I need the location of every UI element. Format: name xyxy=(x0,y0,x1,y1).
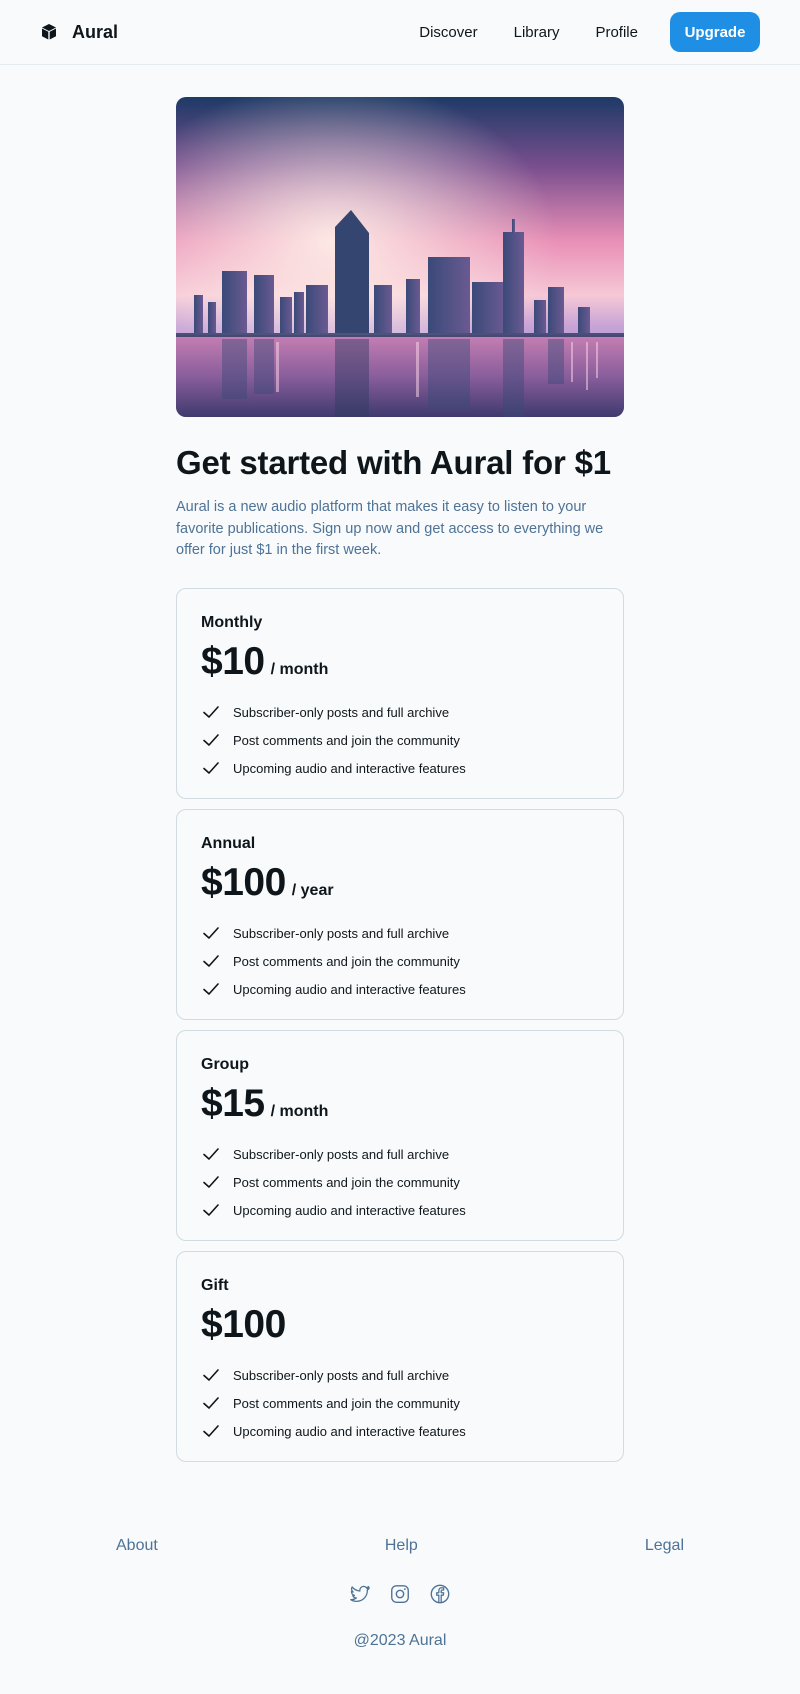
feature-list: Subscriber-only posts and full archive P… xyxy=(201,919,599,1003)
feature-item: Post comments and join the community xyxy=(201,726,599,754)
brand-name: Aural xyxy=(72,21,119,42)
nav-profile[interactable]: Profile xyxy=(595,24,638,41)
footer-link-legal[interactable]: Legal xyxy=(645,1537,684,1555)
twitter-icon[interactable] xyxy=(349,1583,371,1605)
feature-item: Upcoming audio and interactive features xyxy=(201,975,599,1003)
feature-text: Upcoming audio and interactive features xyxy=(233,760,466,776)
facebook-icon[interactable] xyxy=(429,1583,451,1605)
plan-price: $15 xyxy=(201,1082,265,1125)
check-icon xyxy=(201,702,221,722)
footer-links: About Help Legal xyxy=(0,1537,800,1555)
feature-item: Post comments and join the community xyxy=(201,1168,599,1196)
price-row: $15 / month xyxy=(201,1082,599,1130)
price-row: $10 / month xyxy=(201,640,599,688)
feature-item: Upcoming audio and interactive features xyxy=(201,754,599,782)
cube-icon xyxy=(40,23,58,41)
plan-name: Group xyxy=(201,1056,249,1073)
copyright: @2023 Aural xyxy=(353,1632,447,1649)
nav-library[interactable]: Library xyxy=(514,24,560,41)
check-icon xyxy=(201,1172,221,1192)
feature-text: Post comments and join the community xyxy=(233,1395,460,1411)
plan-period: / year xyxy=(291,882,334,899)
feature-text: Upcoming audio and interactive features xyxy=(233,981,466,997)
nav-discover[interactable]: Discover xyxy=(419,24,477,41)
plan-period: / month xyxy=(270,661,329,678)
plan-name: Annual xyxy=(201,835,256,852)
feature-item: Upcoming audio and interactive features xyxy=(201,1417,599,1445)
upgrade-button[interactable]: Upgrade xyxy=(670,12,760,52)
feature-item: Subscriber-only posts and full archive xyxy=(201,698,599,726)
feature-text: Subscriber-only posts and full archive xyxy=(233,1146,450,1162)
plan-card-group[interactable]: Group $15 / month Subscriber-only posts … xyxy=(176,1030,624,1241)
intro-text: Aural is a new audio platform that makes… xyxy=(176,499,604,558)
check-icon xyxy=(201,1200,221,1220)
plan-list: Monthly $10 / month Subscriber-only post… xyxy=(176,588,624,1472)
feature-text: Upcoming audio and interactive features xyxy=(233,1423,466,1439)
feature-text: Post comments and join the community xyxy=(233,953,460,969)
plan-period: / month xyxy=(270,1103,329,1120)
check-icon xyxy=(201,1393,221,1413)
feature-text: Post comments and join the community xyxy=(233,732,460,748)
instagram-icon[interactable] xyxy=(389,1583,411,1605)
check-icon xyxy=(201,1421,221,1441)
feature-text: Upcoming audio and interactive features xyxy=(233,1202,466,1218)
check-icon xyxy=(201,758,221,778)
footer-link-help[interactable]: Help xyxy=(385,1537,418,1555)
page-title: Get started with Aural for $1 xyxy=(176,444,611,481)
plan-price: $100 xyxy=(201,1303,286,1346)
check-icon xyxy=(201,1365,221,1385)
feature-item: Subscriber-only posts and full archive xyxy=(201,1361,599,1389)
brand[interactable]: Aural xyxy=(40,22,118,43)
plan-card-monthly[interactable]: Monthly $10 / month Subscriber-only post… xyxy=(176,588,624,799)
feature-text: Subscriber-only posts and full archive xyxy=(233,704,450,720)
main-nav: Discover Library Profile Upgrade xyxy=(419,12,760,52)
plan-price: $100 xyxy=(201,861,286,904)
check-icon xyxy=(201,1144,221,1164)
plan-name: Monthly xyxy=(201,614,263,631)
social-links xyxy=(0,1583,800,1605)
feature-item: Subscriber-only posts and full archive xyxy=(201,1140,599,1168)
feature-item: Upcoming audio and interactive features xyxy=(201,1196,599,1224)
feature-text: Subscriber-only posts and full archive xyxy=(233,925,450,941)
plan-card-annual[interactable]: Annual $100 / year Subscriber-only posts… xyxy=(176,809,624,1020)
feature-item: Post comments and join the community xyxy=(201,1389,599,1417)
feature-list: Subscriber-only posts and full archive P… xyxy=(201,698,599,782)
check-icon xyxy=(201,979,221,999)
feature-item: Post comments and join the community xyxy=(201,947,599,975)
check-icon xyxy=(201,730,221,750)
feature-text: Subscriber-only posts and full archive xyxy=(233,1367,450,1383)
feature-item: Subscriber-only posts and full archive xyxy=(201,919,599,947)
plan-price: $10 xyxy=(201,640,265,683)
price-row: $100 xyxy=(201,1303,599,1351)
check-icon xyxy=(201,951,221,971)
hero-image xyxy=(176,97,624,417)
price-row: $100 / year xyxy=(201,861,599,909)
plan-name: Gift xyxy=(201,1277,229,1294)
check-icon xyxy=(201,923,221,943)
plan-card-gift[interactable]: Gift $100 Subscriber-only posts and full… xyxy=(176,1251,624,1462)
top-nav-bar: Aural Discover Library Profile Upgrade xyxy=(0,0,800,65)
feature-list: Subscriber-only posts and full archive P… xyxy=(201,1140,599,1224)
feature-text: Post comments and join the community xyxy=(233,1174,460,1190)
footer-link-about[interactable]: About xyxy=(116,1537,158,1555)
feature-list: Subscriber-only posts and full archive P… xyxy=(201,1361,599,1445)
